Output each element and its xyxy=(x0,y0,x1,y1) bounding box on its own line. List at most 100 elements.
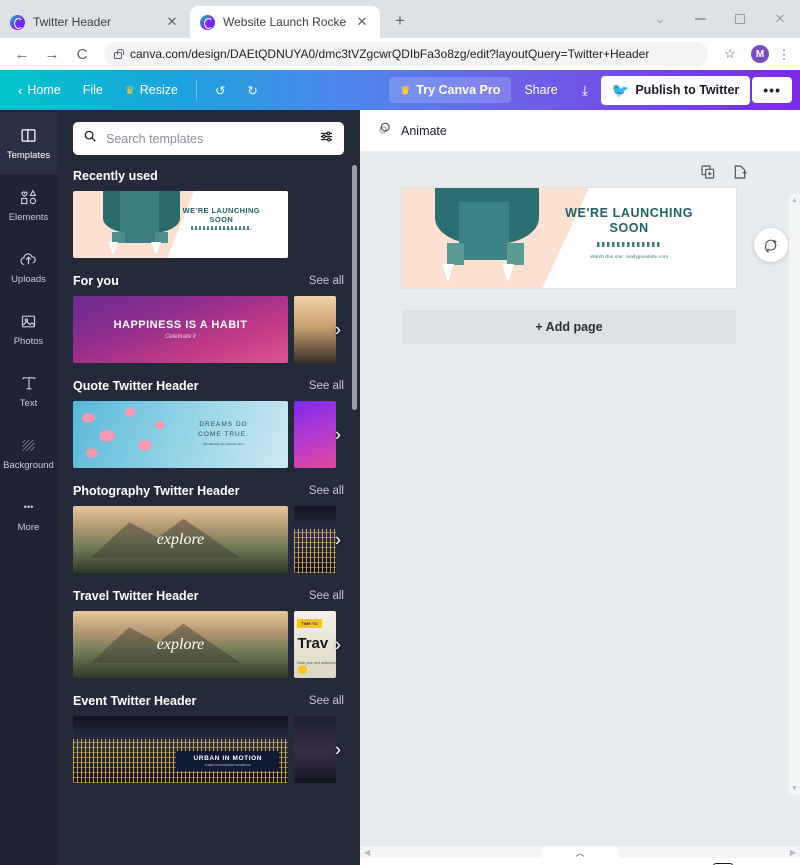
minimize-icon[interactable] xyxy=(680,4,720,34)
template-thumb-explore[interactable]: explore xyxy=(73,506,288,573)
carousel-next-icon[interactable]: › xyxy=(335,634,341,655)
design-canvas-page[interactable]: WE'RE LAUNCHING SOON Watch this site: re… xyxy=(402,188,736,288)
share-button[interactable]: Share xyxy=(513,77,568,103)
rail-item-uploads[interactable]: Uploads xyxy=(0,236,57,298)
scroll-up-icon[interactable]: ▲ xyxy=(791,197,798,204)
background-icon xyxy=(20,435,37,455)
template-thumb-partial[interactable] xyxy=(294,296,336,363)
notes-expand-handle[interactable]: ︿ xyxy=(542,846,618,859)
add-page-button[interactable]: + Add page xyxy=(402,310,736,344)
see-all-link[interactable]: See all xyxy=(309,485,344,497)
tab-close-icon[interactable]: ✕ xyxy=(354,14,370,30)
tab-close-icon[interactable]: ✕ xyxy=(164,14,180,30)
carousel-next-icon[interactable]: › xyxy=(335,319,341,340)
browser-tab-1[interactable]: Twitter Header ✕ xyxy=(0,6,190,38)
publish-to-twitter-button[interactable]: 🐦 Publish to Twitter xyxy=(600,75,751,105)
section-header: Quote Twitter Header See all xyxy=(73,379,344,393)
page-tools xyxy=(700,164,748,185)
template-thumb-partial[interactable] xyxy=(294,401,336,468)
elements-icon xyxy=(19,187,38,207)
browser-nav-bar: ← → C canva.com/design/DAEtQDNUYA0/dmc3t… xyxy=(0,38,800,70)
scroll-down-icon[interactable]: ▼ xyxy=(791,785,798,792)
rail-label: Uploads xyxy=(11,274,46,285)
rail-item-templates[interactable]: Templates xyxy=(0,112,57,174)
close-window-icon[interactable]: ✕ xyxy=(760,4,800,34)
text-icon xyxy=(21,373,37,393)
template-thumb-partial[interactable]: TIME TO Trav Book your next adventure xyxy=(294,611,336,678)
thumb-text: URBAN IN MOTION STREET PHOTOGRAPHY EXHIB… xyxy=(176,750,280,771)
rail-item-text[interactable]: Text xyxy=(0,360,57,422)
resize-button[interactable]: ♛ Resize xyxy=(115,78,188,102)
download-button[interactable]: ⤓ xyxy=(571,76,599,105)
forward-icon[interactable]: → xyxy=(38,40,66,68)
browser-menu-icon[interactable]: ⋮ xyxy=(776,48,792,61)
chevron-down-icon[interactable]: ⌄ xyxy=(640,4,680,34)
browser-tab-2[interactable]: Website Launch Rocketship Twitt ✕ xyxy=(190,6,380,38)
filter-icon[interactable] xyxy=(319,129,334,149)
template-thumb-dreams[interactable]: DREAMS DO COME TRUE. We will help you ac… xyxy=(73,401,288,468)
panel-scroll-region[interactable]: Recently used WE'RE LAUNCHING SOON Watch… xyxy=(57,163,360,865)
new-tab-button[interactable]: + xyxy=(386,7,414,35)
search-input[interactable]: Search templates xyxy=(106,132,310,146)
scroll-right-icon[interactable]: ▶ xyxy=(790,848,796,857)
panel-scrollbar[interactable] xyxy=(352,165,357,410)
profile-avatar[interactable]: M xyxy=(751,45,769,63)
left-icon-rail: Templates Elements Uploads Photos Text B… xyxy=(0,110,57,865)
scroll-left-icon[interactable]: ◀ xyxy=(364,848,370,857)
search-box[interactable]: Search templates xyxy=(73,122,344,155)
carousel-next-icon[interactable]: › xyxy=(335,424,341,445)
rail-label: Elements xyxy=(8,212,49,223)
rail-label: Templates xyxy=(6,150,51,161)
address-bar[interactable]: canva.com/design/DAEtQDNUYA0/dmc3tVZgcwr… xyxy=(104,42,708,66)
thumb-line2: SOON xyxy=(209,215,234,225)
comment-button[interactable] xyxy=(754,228,788,262)
template-thumb-happiness[interactable]: HAPPINESS IS A HABIT Celebrate it xyxy=(73,296,288,363)
thumb-dot xyxy=(298,664,308,674)
rail-item-background[interactable]: Background xyxy=(0,422,57,484)
thumb-badge: TIME TO xyxy=(297,619,322,629)
rail-item-photos[interactable]: Photos xyxy=(0,298,57,360)
canvas-area: Animate WE'RE LAUNCHING SOON Watch this … xyxy=(360,110,800,865)
template-thumb-rocket[interactable]: WE'RE LAUNCHING SOON Watch this site: re… xyxy=(73,191,288,258)
carousel-next-icon[interactable]: › xyxy=(335,739,341,760)
section-travel-twitter-header: Travel Twitter Header See all explore TI… xyxy=(57,573,360,678)
panel-collapse-handle[interactable]: ‹ xyxy=(356,440,360,496)
see-all-link[interactable]: See all xyxy=(309,590,344,602)
canva-favicon xyxy=(200,14,215,30)
canvas-horizontal-scrollbar[interactable]: ◀ ︿ ▶ xyxy=(360,845,800,859)
rail-item-elements[interactable]: Elements xyxy=(0,174,57,236)
section-photography-twitter-header: Photography Twitter Header See all explo… xyxy=(57,468,360,573)
section-title: Photography Twitter Header xyxy=(73,484,240,498)
try-canva-pro-button[interactable]: ♛ Try Canva Pro xyxy=(389,77,512,103)
thumb-line2: COME TRUE. xyxy=(198,430,249,438)
bookmark-icon[interactable]: ☆ xyxy=(716,40,744,68)
more-options-button[interactable]: ••• xyxy=(752,77,792,103)
thumb-title: explore xyxy=(156,531,205,549)
template-thumb-explore-2[interactable]: explore xyxy=(73,611,288,678)
template-thumb-partial[interactable] xyxy=(294,506,336,573)
toolbar-divider xyxy=(195,80,197,100)
maximize-icon[interactable] xyxy=(720,4,760,34)
rail-label: Background xyxy=(3,460,54,471)
see-all-link[interactable]: See all xyxy=(309,380,344,392)
home-button[interactable]: ‹ Home xyxy=(8,78,71,103)
section-recently-used: Recently used WE'RE LAUNCHING SOON Watch… xyxy=(57,163,360,258)
undo-button[interactable]: ↺ xyxy=(205,78,235,103)
see-all-link[interactable]: See all xyxy=(309,275,344,287)
animate-label[interactable]: Animate xyxy=(401,124,447,138)
ellipsis-icon: ••• xyxy=(763,82,781,98)
see-all-link[interactable]: See all xyxy=(309,695,344,707)
duplicate-page-icon[interactable] xyxy=(700,164,716,185)
file-button[interactable]: File xyxy=(73,78,113,102)
redo-button[interactable]: ↻ xyxy=(237,78,267,103)
canvas-stage[interactable]: WE'RE LAUNCHING SOON Watch this site: re… xyxy=(360,152,800,845)
template-thumb-urban[interactable]: URBAN IN MOTION STREET PHOTOGRAPHY EXHIB… xyxy=(73,716,288,783)
thumb-sub: STREET PHOTOGRAPHY EXHIBITION xyxy=(204,763,251,767)
reload-icon[interactable]: C xyxy=(68,40,96,68)
rail-item-more[interactable]: ••• More xyxy=(0,484,57,546)
back-icon[interactable]: ← xyxy=(8,40,36,68)
add-page-icon[interactable] xyxy=(732,164,748,185)
canvas-vertical-scrollbar[interactable]: ▲ ▼ xyxy=(789,194,800,795)
template-thumb-partial[interactable] xyxy=(294,716,336,783)
carousel-next-icon[interactable]: › xyxy=(335,529,341,550)
